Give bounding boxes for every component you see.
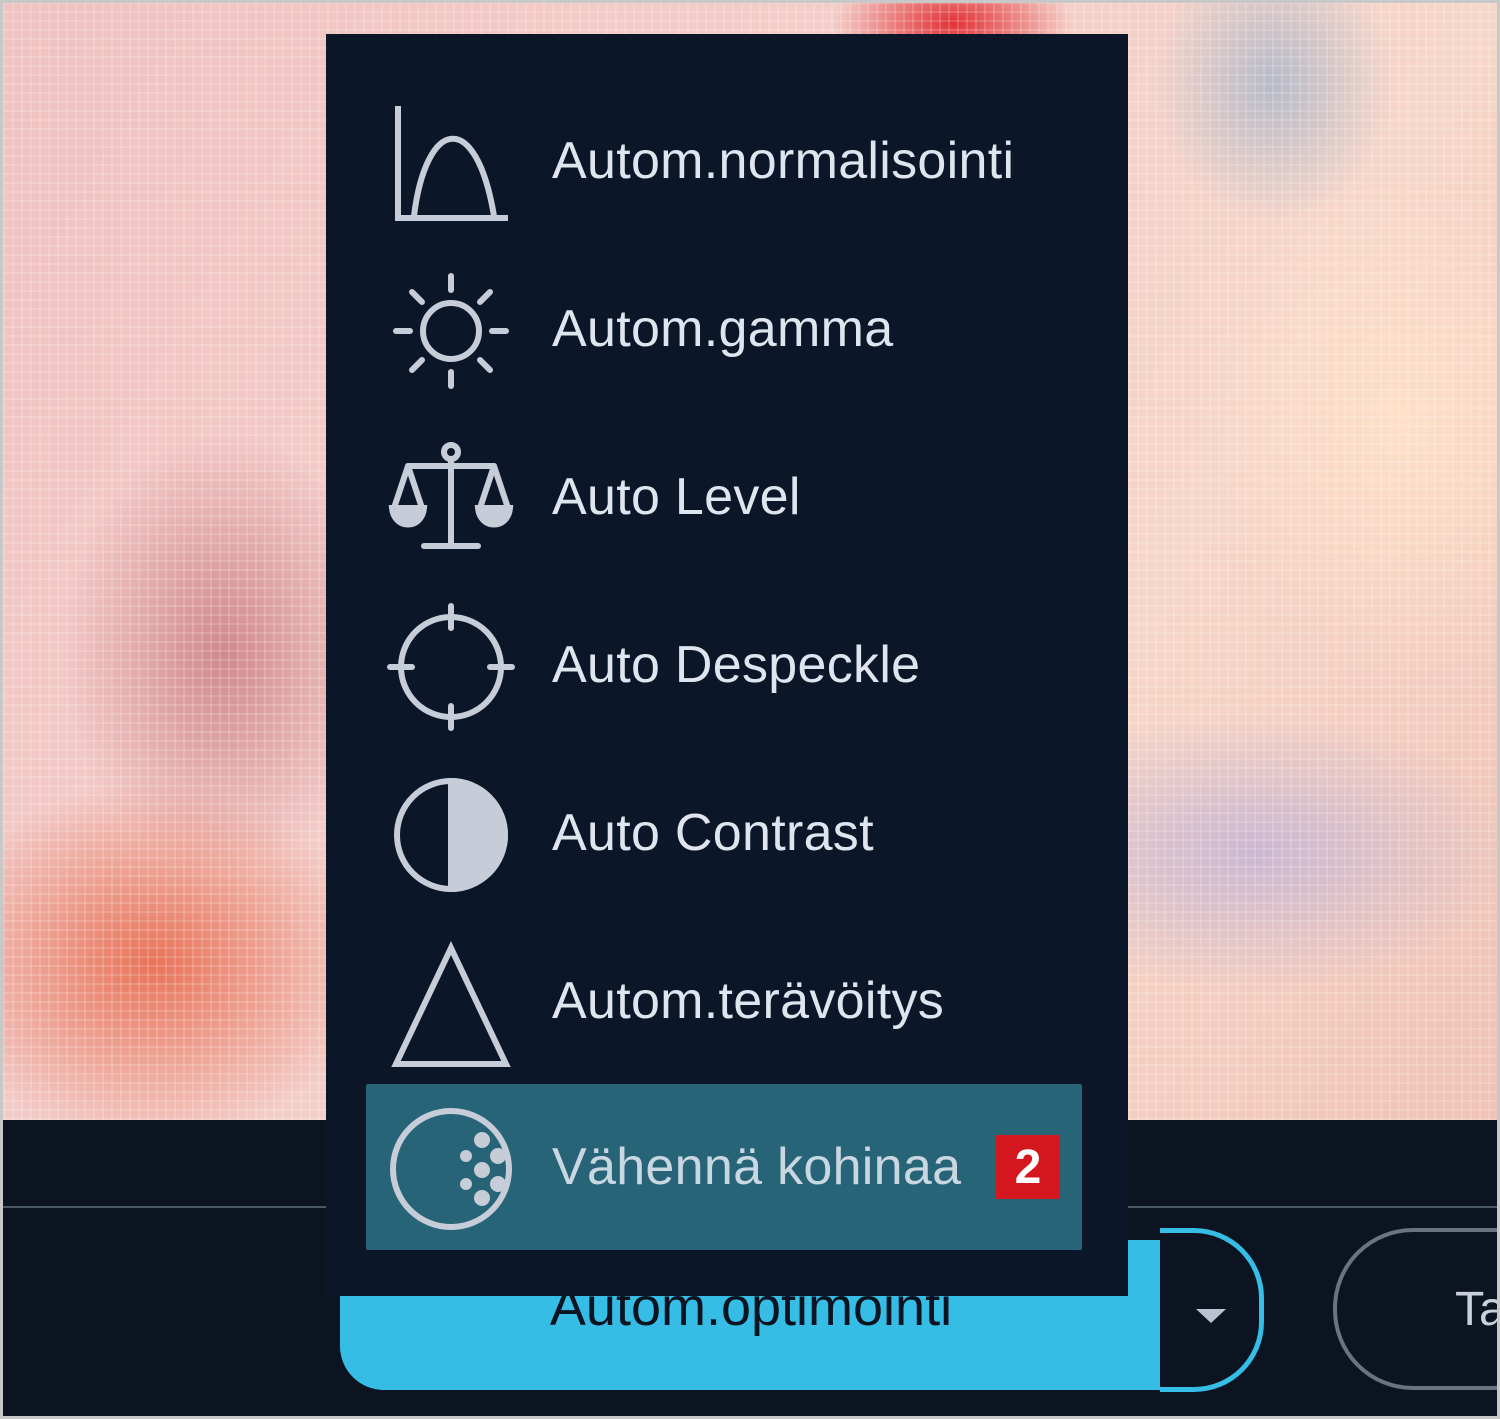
menu-item-label: Autom.terävöitys [552, 972, 945, 1030]
triangle-icon [386, 938, 516, 1068]
noise-reduction-icon [386, 1104, 516, 1234]
sun-icon [386, 266, 516, 396]
auto-optimize-menu: Autom.normalisointi Autom.gamma Auto Lev… [326, 34, 1128, 1296]
next-button[interactable]: Ta [1333, 1228, 1500, 1390]
histogram-icon [386, 98, 516, 228]
menu-item-auto-normalize[interactable]: Autom.normalisointi [366, 78, 1082, 244]
menu-item-reduce-noise[interactable]: Vähennä kohinaa 2 [366, 1084, 1082, 1250]
scales-icon [386, 434, 516, 564]
menu-item-label: Auto Contrast [552, 804, 874, 862]
chevron-down-icon [1196, 1309, 1226, 1323]
crosshair-icon [386, 602, 516, 732]
menu-item-auto-level[interactable]: Auto Level [366, 414, 1082, 580]
menu-item-label: Autom.gamma [552, 300, 894, 358]
menu-item-label: Autom.normalisointi [552, 132, 1015, 190]
step-badge: 2 [996, 1135, 1060, 1199]
menu-item-label: Auto Level [552, 468, 801, 526]
menu-item-label: Vähennä kohinaa [552, 1138, 962, 1196]
contrast-icon [386, 770, 516, 900]
menu-item-auto-contrast[interactable]: Auto Contrast [366, 750, 1082, 916]
menu-item-label: Auto Despeckle [552, 636, 921, 694]
next-button-label: Ta [1455, 1282, 1500, 1336]
menu-item-auto-despeckle[interactable]: Auto Despeckle [366, 582, 1082, 748]
menu-item-auto-gamma[interactable]: Autom.gamma [366, 246, 1082, 412]
menu-item-auto-sharpen[interactable]: Autom.terävöitys [366, 918, 1082, 1084]
